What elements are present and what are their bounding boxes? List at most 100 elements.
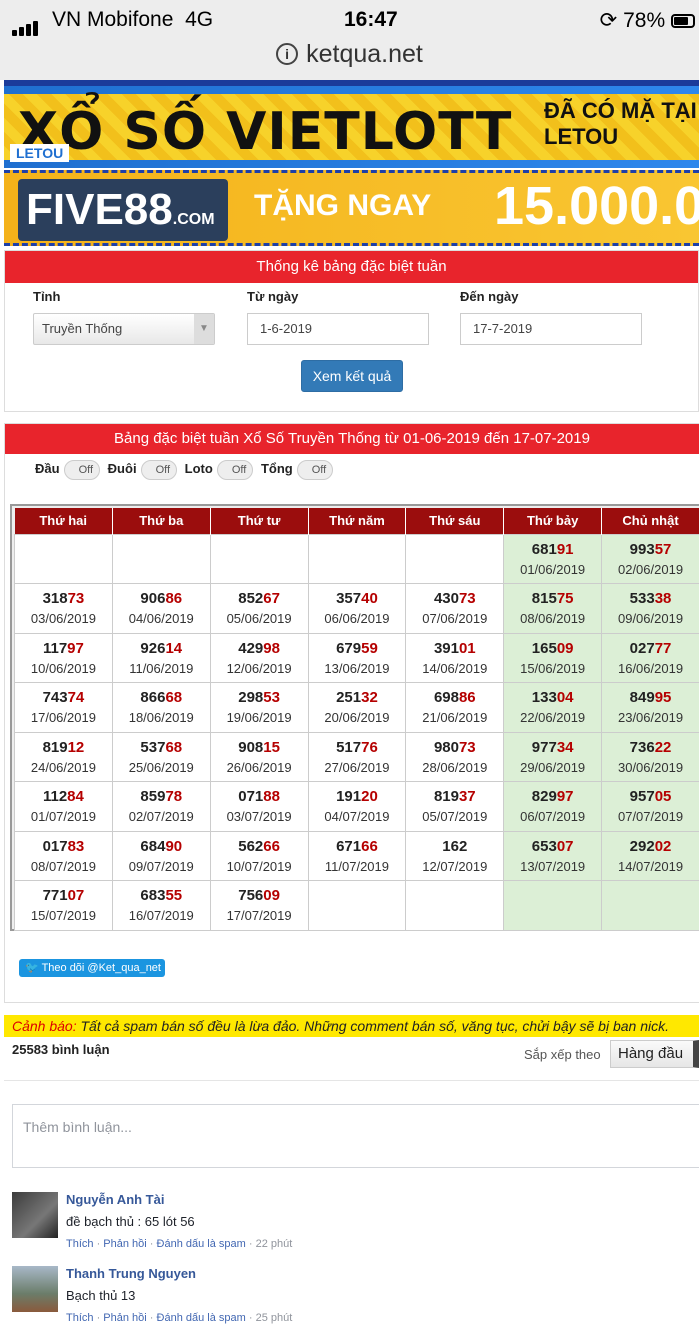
prize-tail: 09 xyxy=(556,639,574,657)
table-cell: 68355 16/07/2019 xyxy=(111,880,211,931)
battery-percent: 78% xyxy=(623,9,666,32)
table-cell: 92614 11/06/2019 xyxy=(111,632,211,683)
table-cell xyxy=(14,533,113,584)
table-cell: 74374 17/06/2019 xyxy=(14,682,113,733)
prize-tail: 68 xyxy=(165,738,183,756)
prize-number: 07188 xyxy=(238,788,280,806)
table-cell: 99357 02/06/2019 xyxy=(601,533,699,584)
prize-tail: 07 xyxy=(67,887,85,905)
divider xyxy=(4,1080,699,1081)
toggle-label: Loto xyxy=(184,461,213,476)
prize-tail: 37 xyxy=(458,788,476,806)
draw-date: 09/06/2019 xyxy=(617,611,684,627)
view-results-button[interactable]: Xem kết quả xyxy=(301,360,403,392)
prize-number: 92614 xyxy=(140,639,183,657)
like-link[interactable]: Thích xyxy=(66,1312,94,1324)
table-cell: 16509 15/06/2019 xyxy=(503,632,603,683)
comment-author[interactable]: Nguyễn Anh Tài xyxy=(66,1192,164,1207)
prize-number: 19120 xyxy=(336,788,378,806)
mark-spam-link[interactable]: Đánh dấu là spam xyxy=(157,1312,246,1324)
table-cell: 43073 07/06/2019 xyxy=(405,583,505,634)
prize-tail: 04 xyxy=(556,689,574,707)
table-row: 77107 15/07/2019 68355 16/07/2019 75609 17/07… xyxy=(14,880,699,931)
toggle-dau[interactable]: Off xyxy=(63,460,101,480)
toggle-tong[interactable]: Off xyxy=(296,460,334,480)
prize-number: 81937 xyxy=(433,788,476,806)
draw-date: 12/07/2019 xyxy=(422,858,488,874)
table-cell: 42998 12/06/2019 xyxy=(209,632,309,683)
twitter-follow-button[interactable]: 🐦 Theo dõi @Ket_qua_net xyxy=(19,959,165,977)
prize-number: 86668 xyxy=(140,689,183,707)
sort-select[interactable]: Hàng đầu xyxy=(610,1040,699,1068)
table-row: 68191 01/06/2019 99357 02/06/2019 xyxy=(14,533,699,584)
prize-number: 85978 xyxy=(140,788,183,806)
prize-tail: 07 xyxy=(556,837,574,855)
table-cell: 162 12/07/2019 xyxy=(405,830,505,881)
comment-author[interactable]: Thanh Trung Nguyen xyxy=(66,1266,196,1281)
column-header: Thứ sáu xyxy=(405,508,505,534)
draw-date: 10/06/2019 xyxy=(30,660,96,676)
status-bar: VN Mobifone 4G 16:47 ⟳ 78% xyxy=(10,6,695,36)
column-header: Thứ năm xyxy=(308,508,407,534)
five88-promo: TẶNG NGAY xyxy=(254,189,432,222)
table-cell: 75609 17/07/2019 xyxy=(209,880,309,931)
draw-date: 11/06/2019 xyxy=(129,660,194,676)
toggle-loto[interactable]: Off xyxy=(216,460,254,480)
table-row: 11284 01/07/2019 85978 02/07/2019 07188 03/07… xyxy=(14,781,699,832)
address-bar[interactable]: i ketqua.net xyxy=(0,40,699,69)
table-cell xyxy=(209,533,309,584)
table-cell: 98073 28/06/2019 xyxy=(405,731,505,782)
comment-count: 25583 bình luận xyxy=(12,1042,110,1057)
prize-number: 73622 xyxy=(629,738,672,756)
province-select[interactable]: Truyền Thống ▼ xyxy=(33,313,215,345)
info-icon[interactable]: i xyxy=(276,43,299,65)
twitter-icon: 🐦 xyxy=(25,962,42,974)
draw-date: 12/06/2019 xyxy=(226,660,292,676)
table-cell: 85267 05/06/2019 xyxy=(209,583,309,634)
draw-date: 14/06/2019 xyxy=(422,660,488,676)
avatar[interactable] xyxy=(12,1266,58,1312)
prize-tail: 73 xyxy=(458,738,476,756)
carrier-name: VN Mobifone xyxy=(52,8,174,31)
prize-number: 56266 xyxy=(238,837,280,855)
table-cell: 39101 14/06/2019 xyxy=(405,632,505,683)
prize-tail: 32 xyxy=(361,689,378,707)
like-link[interactable]: Thích xyxy=(66,1238,94,1250)
draw-date: 26/06/2019 xyxy=(226,759,292,775)
five88-ad-banner[interactable]: FIVE88.COM TẶNG NGAY 15.000.0 xyxy=(4,170,699,246)
draw-date: 17/07/2019 xyxy=(226,908,292,924)
toggle-label: Đuôi xyxy=(107,461,137,476)
table-cell: 81937 05/07/2019 xyxy=(405,781,505,832)
draw-date: 25/06/2019 xyxy=(128,759,194,775)
table-cell: 95705 07/07/2019 xyxy=(601,781,699,832)
results-table: Thứ hai Thứ ba Thứ tư Thứ năm Thứ sáu Thứ bảy… xyxy=(14,508,699,931)
draw-date: 08/06/2019 xyxy=(520,611,586,627)
comment-input[interactable]: Thêm bình luận... xyxy=(12,1104,699,1168)
browser-chrome: VN Mobifone 4G 16:47 ⟳ 78% i ketqua.net xyxy=(0,0,699,80)
table-cell: 29202 14/07/2019 xyxy=(601,830,699,881)
mark-spam-link[interactable]: Đánh dấu là spam xyxy=(157,1238,246,1250)
draw-date: 21/06/2019 xyxy=(422,710,488,726)
to-date-input[interactable]: 17-7-2019 xyxy=(460,313,642,345)
table-cell: 31873 03/06/2019 xyxy=(14,583,113,634)
reply-link[interactable]: Phản hồi xyxy=(103,1238,146,1250)
table-cell: 68490 09/07/2019 xyxy=(111,830,211,881)
prize-number: 53338 xyxy=(629,590,672,608)
avatar[interactable] xyxy=(12,1192,58,1238)
from-date-input[interactable]: 1-6-2019 xyxy=(247,313,429,345)
table-cell: 85978 02/07/2019 xyxy=(111,781,211,832)
table-cell: 01783 08/07/2019 xyxy=(14,830,113,881)
draw-date: 06/07/2019 xyxy=(520,809,586,825)
prize-number: 90815 xyxy=(238,738,280,756)
table-cell: 84995 23/06/2019 xyxy=(601,682,699,733)
comment-text: đề bạch thủ : 65 lót 56 xyxy=(66,1214,195,1229)
from-date-label: Từ ngày xyxy=(247,289,299,304)
reply-link[interactable]: Phản hồi xyxy=(103,1312,146,1324)
draw-date: 27/06/2019 xyxy=(324,759,390,775)
table-cell: 67959 13/06/2019 xyxy=(307,632,407,683)
vietlott-ad-banner[interactable]: XỔ SỐ VIETLOTT ĐÃ CÓ MẶ TẠI LETOU LETOU xyxy=(4,80,699,168)
draw-date: 01/07/2019 xyxy=(30,809,96,825)
toggle-duoi[interactable]: Off xyxy=(140,460,178,480)
table-cell: 51776 27/06/2019 xyxy=(307,731,407,782)
prize-tail: 84 xyxy=(67,788,84,806)
